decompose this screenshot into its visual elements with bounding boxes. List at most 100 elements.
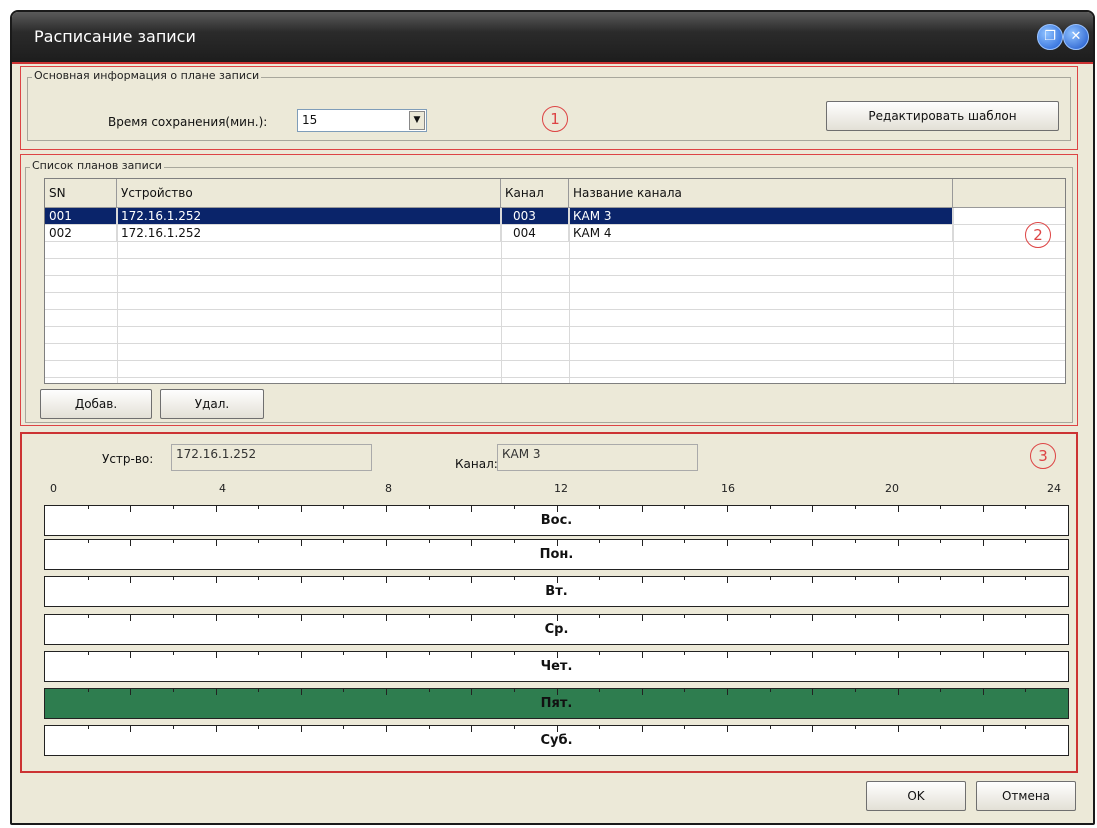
hour-tick (1025, 689, 1027, 692)
general-info-legend: Основная информация о плане записи (32, 69, 262, 82)
hour-tick (641, 726, 643, 732)
hour-tick (897, 652, 899, 658)
hour-tick-label: 24 (1047, 482, 1061, 495)
hour-tick (258, 652, 260, 655)
hour-tick (428, 689, 430, 692)
ok-button[interactable]: OK (866, 781, 966, 811)
column-header-device[interactable]: Устройство (117, 179, 501, 207)
hour-tick (428, 577, 430, 580)
row-empty-cell (953, 208, 1065, 224)
empty-row (45, 361, 1065, 378)
row-channel: 003 (501, 208, 569, 224)
hour-tick (1025, 652, 1027, 655)
close-icon[interactable]: ✕ (1063, 24, 1089, 50)
day-row-mon[interactable]: Пон. (44, 539, 1069, 570)
hour-tick (343, 506, 345, 509)
hour-tick (556, 652, 558, 658)
add-button[interactable]: Добав. (40, 389, 152, 419)
day-row-sun[interactable]: Вос. (44, 505, 1069, 536)
hour-tick (727, 506, 728, 512)
hour-tick (769, 506, 771, 509)
retention-select[interactable]: 15 ▼ (297, 109, 427, 132)
hour-tick (343, 726, 345, 729)
table-row[interactable]: 002 172.16.1.252 004 КАМ 4 (45, 225, 1065, 242)
column-header-channel-name[interactable]: Название канала (569, 179, 953, 207)
hour-tick (556, 577, 558, 583)
cancel-button[interactable]: Отмена (976, 781, 1076, 811)
table-row[interactable]: 001 172.16.1.252 003 КАМ 3 (45, 208, 1065, 225)
hour-tick (769, 726, 771, 729)
edit-template-button[interactable]: Редактировать шаблон (826, 101, 1059, 131)
day-row-wed[interactable]: Ср. (44, 614, 1069, 645)
hour-tick (215, 577, 217, 583)
hour-tick (727, 577, 728, 583)
day-row-thu[interactable]: Чет. (44, 651, 1069, 682)
hour-tick (172, 577, 174, 580)
hour-tick (982, 540, 984, 546)
hour-tick (854, 652, 856, 655)
hour-tick (897, 506, 899, 512)
hour-tick (172, 726, 174, 729)
hour-tick (343, 615, 345, 618)
hour-tick (812, 540, 814, 546)
hour-tick (87, 506, 89, 509)
chevron-down-icon[interactable]: ▼ (409, 111, 425, 130)
row-device: 172.16.1.252 (117, 225, 501, 241)
hour-tick (897, 689, 899, 695)
empty-row (45, 344, 1065, 361)
hour-tick (641, 615, 643, 621)
empty-row (45, 259, 1065, 276)
hour-tick (854, 506, 856, 509)
delete-button[interactable]: Удал. (160, 389, 264, 419)
title-bar: Расписание записи ❐ ✕ (12, 12, 1093, 64)
hour-tick (386, 652, 387, 658)
hour-tick (1025, 577, 1027, 580)
day-label: Вт. (545, 584, 568, 599)
hour-tick (1025, 726, 1027, 729)
hour-tick (172, 689, 174, 692)
day-row-sat[interactable]: Суб. (44, 725, 1069, 756)
hour-tick (513, 506, 515, 509)
hour-tick (854, 577, 856, 580)
hour-tick (130, 577, 132, 583)
hour-tick (599, 726, 601, 729)
hour-tick (1025, 506, 1027, 509)
hour-tick (87, 577, 89, 580)
hour-tick (130, 615, 132, 621)
hour-tick-label: 16 (721, 482, 735, 495)
hour-tick (769, 689, 771, 692)
hour-tick (940, 540, 942, 543)
hour-tick (258, 577, 260, 580)
hour-tick (386, 540, 387, 546)
column-divider (569, 208, 570, 383)
hour-tick (1025, 615, 1027, 618)
hour-tick (556, 615, 558, 621)
hour-tick (513, 540, 515, 543)
hour-tick-label: 0 (50, 482, 57, 495)
hour-tick (300, 577, 302, 583)
day-row-fri[interactable]: Пят. (44, 688, 1069, 719)
column-header-channel[interactable]: Канал (501, 179, 569, 207)
hour-tick (727, 726, 728, 732)
hour-tick (854, 689, 856, 692)
hour-tick (769, 540, 771, 543)
hour-tick (87, 540, 89, 543)
hour-tick (727, 615, 728, 621)
hour-tick (812, 615, 814, 621)
column-divider (953, 208, 954, 383)
day-label: Вос. (540, 513, 573, 528)
hour-tick (556, 540, 558, 546)
hour-tick (599, 689, 601, 692)
day-label: Ср. (544, 622, 569, 637)
hour-tick (812, 577, 814, 583)
hour-tick (258, 540, 260, 543)
hour-tick (215, 726, 217, 732)
hour-tick-label: 20 (885, 482, 899, 495)
hour-tick (854, 726, 856, 729)
hour-tick (940, 689, 942, 692)
column-header-sn[interactable]: SN (45, 179, 117, 207)
hour-tick (258, 726, 260, 729)
day-row-tue[interactable]: Вт. (44, 576, 1069, 607)
hour-tick (172, 652, 174, 655)
restore-icon[interactable]: ❐ (1037, 24, 1063, 50)
